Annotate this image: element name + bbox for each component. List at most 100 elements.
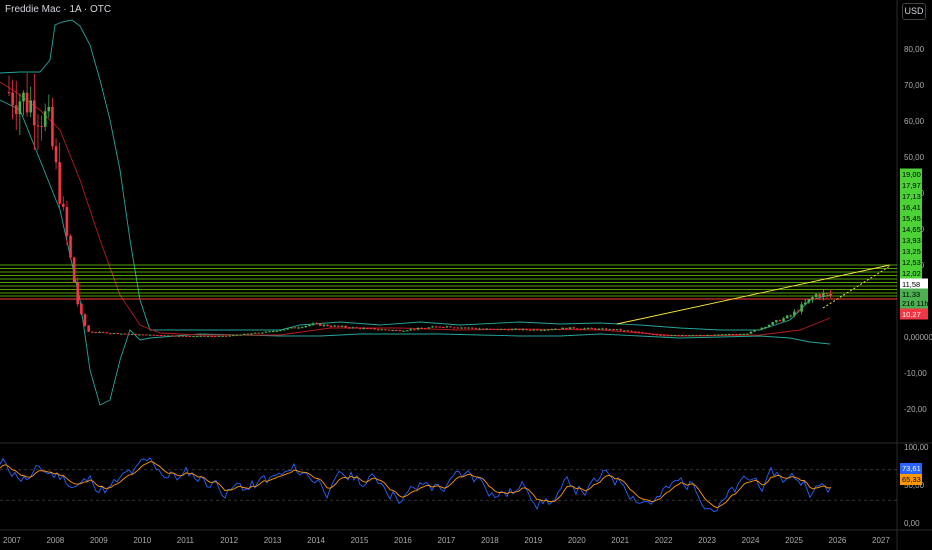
candle-body (782, 318, 785, 322)
candle-body (452, 327, 456, 329)
candle-body (709, 334, 713, 336)
candle-body (286, 328, 289, 330)
candle-body (746, 333, 749, 335)
level-tag-label: 13,93 (902, 236, 921, 245)
candle-body (543, 329, 546, 331)
time-axis-label: 2016 (394, 536, 412, 545)
candle-body (662, 335, 666, 337)
candle-body (224, 335, 228, 337)
time-axis[interactable]: 2007 2008 2009 2010 2011 2012 2013 2014 2015 2016… (3, 536, 890, 545)
time-axis-label: 2020 (568, 536, 586, 545)
candle-body (76, 282, 80, 305)
level-tag-label: 12,02 (902, 269, 921, 278)
candle-body (58, 162, 61, 204)
candle-body (80, 304, 83, 315)
candle-body (695, 335, 698, 337)
candle-body (764, 327, 767, 329)
candle-body (333, 325, 337, 327)
candle-body (362, 328, 365, 330)
candle-body (575, 328, 579, 330)
candle-body (318, 323, 322, 326)
candle-body (127, 333, 130, 335)
horizontal-levels (0, 264, 897, 300)
candle-body (673, 335, 677, 337)
candle-body (438, 326, 442, 328)
grid (0, 0, 932, 550)
candle-body (735, 334, 738, 336)
candle-body (192, 335, 195, 337)
candle-body (61, 203, 65, 207)
candle-body (119, 333, 123, 335)
candle-body (387, 329, 391, 331)
time-axis-label: 2026 (829, 536, 847, 545)
candle-body (449, 326, 452, 328)
candle-body (597, 328, 601, 330)
candle-body (242, 333, 246, 335)
level-tag-label: 12,53 (902, 258, 921, 267)
candle-body (463, 327, 467, 329)
candle-body (232, 335, 235, 337)
candle-body (279, 330, 282, 332)
candle-body (268, 331, 271, 333)
candle-body (445, 326, 449, 328)
candle-body (785, 315, 789, 319)
candle-body (22, 92, 25, 102)
candle-body (572, 327, 575, 329)
candle-body (300, 327, 304, 329)
candle-body (470, 327, 474, 329)
chart-title: Freddie Mac · 1A · OTC (5, 4, 112, 15)
bollinger-bands (0, 19, 831, 406)
candle-body (608, 329, 612, 331)
candle-body (420, 328, 423, 330)
candle-body (536, 329, 539, 331)
candle-body (355, 327, 358, 329)
rsi-panel: 100,0050,000,0073,6165,33 (0, 443, 929, 528)
trendline (616, 264, 891, 325)
candle-body (427, 327, 431, 329)
time-axis-label: 2018 (481, 536, 499, 545)
candle-body (69, 235, 72, 258)
candle-body (264, 331, 268, 333)
candle-body (594, 328, 597, 330)
candle-body (185, 335, 188, 337)
rsi-axis-label: 0,00 (904, 519, 920, 528)
candle-body (521, 329, 525, 331)
candle-body (630, 330, 633, 332)
candle-body (793, 311, 796, 316)
chart-canvas[interactable]: 100,00 50,00 0,00 73,61 65,33 80,00 70,00 60,0… (0, 0, 932, 550)
price-axis-label: -10,00 (904, 369, 927, 378)
candle-body (18, 101, 22, 115)
candle-body (442, 327, 445, 329)
candle-body (358, 327, 362, 329)
time-axis-label: 2025 (785, 536, 803, 545)
candle-body (109, 333, 112, 335)
candle-body (767, 324, 771, 328)
candle-body (413, 329, 416, 331)
candle-body (112, 333, 116, 335)
price-axis[interactable]: 80,0070,0060,0050,0040,0030,0020,0010,00… (900, 45, 932, 414)
candle-body (163, 335, 166, 337)
candle-body (235, 334, 239, 336)
candle-body (753, 330, 756, 332)
candle-body (315, 323, 318, 325)
candle-body (550, 329, 554, 331)
trendlines (616, 264, 891, 325)
candle-body (554, 328, 557, 330)
candle-body (304, 325, 308, 328)
level-tag-label: 19,00 (902, 170, 921, 179)
candle-body (130, 333, 134, 335)
candle-body (800, 304, 803, 312)
level-tag-label: 14,65 (902, 225, 921, 234)
rsi-tag-blue: 73,61 (902, 464, 921, 473)
price-tag-countdown: 216 11h (902, 299, 929, 308)
candle-body (398, 330, 402, 332)
candle-body (720, 334, 724, 336)
candle-body (622, 330, 626, 332)
candle-body (514, 328, 518, 330)
currency-button[interactable]: USD (902, 3, 926, 20)
candle-body (659, 334, 662, 336)
candle-body (170, 335, 174, 337)
candle-body (637, 331, 641, 333)
candle-body (116, 333, 119, 335)
candle-body (586, 327, 590, 329)
